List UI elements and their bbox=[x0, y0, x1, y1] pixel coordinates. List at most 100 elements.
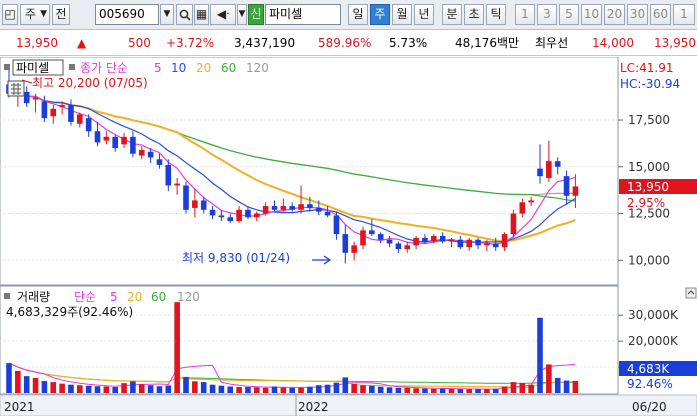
tab-period-day-label: 일 bbox=[352, 7, 364, 21]
volume-bar bbox=[519, 383, 526, 393]
volume-bar bbox=[369, 385, 375, 393]
price-tick-label: 17,500 bbox=[628, 113, 670, 127]
volume-bar bbox=[333, 382, 340, 393]
candle-body bbox=[307, 204, 313, 208]
interval-label: 10 bbox=[583, 7, 600, 21]
volume-bar bbox=[324, 384, 331, 393]
volume-ratio: 589.96% bbox=[318, 36, 372, 50]
volume-bar bbox=[192, 381, 198, 393]
best-ask-label: 최우선 bbox=[535, 36, 569, 50]
legend-marker-icon bbox=[69, 64, 75, 70]
candle-body bbox=[23, 91, 30, 104]
candle-body bbox=[386, 239, 393, 244]
volume-bar bbox=[404, 387, 411, 393]
volume-bar bbox=[492, 388, 499, 393]
tab-period-week[interactable]: 주 bbox=[370, 4, 390, 25]
speaker-dropdown-chevron-icon[interactable]: ▼ bbox=[237, 4, 247, 25]
candle-body bbox=[572, 186, 579, 196]
speaker-icon[interactable]: ◀ᐧ bbox=[210, 4, 236, 25]
tab-period-minute[interactable]: 분 bbox=[442, 4, 462, 25]
volume-bar bbox=[209, 384, 216, 393]
volume-tick-label: 30,000K bbox=[628, 308, 679, 322]
code-dropdown-chevron-icon[interactable]: ▼ bbox=[160, 4, 174, 25]
prev-label: 전 bbox=[55, 7, 67, 21]
candle-body bbox=[59, 105, 65, 107]
candle-body bbox=[254, 213, 260, 218]
quote-bar: 13,950 ▲ 500 +3.72% 3,437,190 589.96% 5.… bbox=[0, 31, 697, 56]
volume-bar bbox=[262, 387, 269, 393]
interval-button-1[interactable]: 1 bbox=[515, 4, 535, 25]
volume-bar bbox=[147, 385, 154, 393]
volume-bar bbox=[227, 386, 234, 393]
volume-bar bbox=[554, 377, 561, 393]
volume-bar bbox=[501, 386, 508, 393]
volume-bar bbox=[32, 377, 39, 393]
candle-body bbox=[103, 136, 110, 141]
change-percent: +3.72% bbox=[166, 36, 215, 50]
volume-bar bbox=[484, 389, 490, 393]
collapse-panel-icon[interactable] bbox=[685, 287, 697, 299]
tab-period-second[interactable]: 초 bbox=[464, 4, 484, 25]
legend-ma120: 120 bbox=[246, 61, 269, 75]
interval-button-10[interactable]: 10 bbox=[581, 4, 602, 25]
candle-body bbox=[227, 217, 234, 222]
volume-bar bbox=[315, 385, 322, 393]
volume-panel-title: 거래량 bbox=[17, 290, 50, 304]
volume-bar bbox=[130, 381, 136, 393]
volume-bar bbox=[280, 387, 287, 393]
volume-bar bbox=[165, 385, 172, 393]
window-icon[interactable]: ◰ bbox=[2, 4, 18, 25]
tab-period-month-label: 월 bbox=[396, 7, 408, 21]
volume-legend-prefix: 단순 bbox=[74, 290, 96, 304]
volume-bar bbox=[528, 384, 534, 393]
candle-body bbox=[546, 161, 552, 178]
interval-button-60[interactable]: 60 bbox=[650, 4, 671, 25]
volume-bar bbox=[138, 384, 145, 393]
candle-body bbox=[554, 161, 561, 167]
candle-body bbox=[165, 164, 172, 186]
volume-legend-ma120: 120 bbox=[177, 290, 200, 304]
candle-body bbox=[519, 202, 526, 214]
volume-bar bbox=[298, 387, 304, 393]
candle-body bbox=[475, 239, 481, 246]
candle-body bbox=[130, 136, 136, 154]
tab-period-day[interactable]: 일 bbox=[348, 4, 368, 25]
legend-ma5: 5 bbox=[154, 61, 162, 75]
interval-button-30[interactable]: 30 bbox=[627, 4, 648, 25]
interval-button-20[interactable]: 20 bbox=[604, 4, 625, 25]
legend-ma10: 10 bbox=[171, 61, 186, 75]
interval-label: 5 bbox=[565, 7, 573, 21]
stock-code-input[interactable]: 005690 bbox=[95, 4, 159, 25]
candle-body bbox=[466, 239, 472, 248]
period-type-dropdown[interactable]: 주 ▼ bbox=[20, 4, 50, 25]
price-pct-tag: 2.95% bbox=[627, 196, 665, 210]
grid-menu-icon[interactable]: ▦ bbox=[194, 4, 209, 25]
interval-label: 20 bbox=[606, 7, 623, 21]
interval-button-5[interactable]: 5 bbox=[559, 4, 579, 25]
prev-chart-button[interactable]: 전 bbox=[52, 4, 70, 25]
candle-body bbox=[439, 235, 446, 242]
stock-chart[interactable]: 17,50015,00012,50010,000 30,000K20,000K1… bbox=[0, 57, 697, 416]
tab-period-year-label: 년 bbox=[418, 7, 430, 21]
volume-bar bbox=[466, 389, 472, 393]
candle-body bbox=[280, 206, 287, 210]
candle-body bbox=[32, 97, 39, 100]
interval-button-3[interactable]: 3 bbox=[537, 4, 557, 25]
candle-body bbox=[377, 234, 384, 240]
interval-button-more[interactable]: 1 bbox=[673, 4, 695, 25]
candle-body bbox=[563, 176, 570, 196]
volume-bar bbox=[103, 386, 110, 393]
low-annotation: 최저 9,830 (01/24) bbox=[182, 251, 290, 265]
volume-bar bbox=[68, 384, 74, 393]
volume-bar bbox=[457, 389, 464, 393]
volume-bar bbox=[59, 383, 65, 393]
price-change: 500 bbox=[128, 36, 151, 50]
candle-body bbox=[156, 159, 163, 165]
price-tick-label: 10,000 bbox=[628, 253, 670, 267]
candle-body bbox=[324, 211, 331, 216]
tab-period-year[interactable]: 년 bbox=[414, 4, 434, 25]
stock-name-field[interactable]: 파미셀 bbox=[265, 4, 341, 25]
tab-period-month[interactable]: 월 bbox=[392, 4, 412, 25]
tab-period-tick[interactable]: 틱 bbox=[486, 4, 506, 25]
search-icon[interactable] bbox=[176, 4, 193, 25]
